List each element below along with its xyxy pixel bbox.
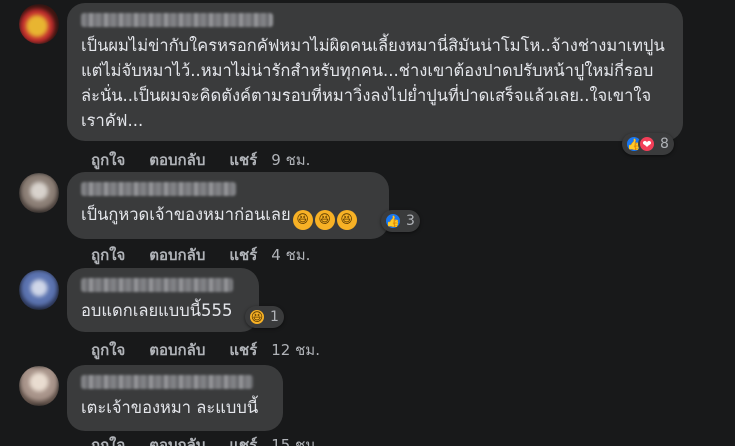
reaction-summary[interactable]: 👍 3 (381, 210, 420, 232)
reaction-count: 3 (406, 213, 415, 229)
laughing-emoji-icon: 😆 (292, 209, 313, 230)
author-name-redacted[interactable] (81, 13, 273, 27)
reaction-count: 1 (270, 309, 279, 325)
comment-actions: ถูกใจ ตอบกลับ แชร์ 12 ชม. (91, 338, 320, 362)
share-button[interactable]: แชร์ (229, 433, 257, 446)
timestamp[interactable]: 12 ชม. (271, 338, 320, 362)
timestamp[interactable]: 4 ชม. (271, 243, 310, 267)
comment-text: เป็นผมไม่ข่ากับใครหรอกคัฟหมาไม่ผิดคนเลี้… (81, 36, 665, 130)
like-button[interactable]: ถูกใจ (91, 148, 125, 172)
share-button[interactable]: แชร์ (229, 338, 257, 362)
reply-button[interactable]: ตอบกลับ (149, 243, 205, 267)
reply-button[interactable]: ตอบกลับ (149, 148, 205, 172)
reply-button[interactable]: ตอบกลับ (149, 433, 205, 446)
reaction-summary[interactable]: 👍 ❤ 8 (622, 133, 674, 155)
comment-text: อบแดกเลยแบบนี้555 (81, 301, 233, 320)
comment-text: เป็นกูหวดเจ้าของหมาก่อนเลย 😆 😆 😆 (81, 202, 377, 230)
like-button[interactable]: ถูกใจ (91, 338, 125, 362)
comment-bubble: เป็นผมไม่ข่ากับใครหรอกคัฟหมาไม่ผิดคนเลี้… (67, 3, 683, 141)
comment-actions: ถูกใจ ตอบกลับ แชร์ 4 ชม. (91, 243, 310, 267)
author-name-redacted[interactable] (81, 278, 233, 292)
comment-text-content: เป็นกูหวดเจ้าของหมาก่อนเลย (81, 205, 291, 224)
love-icon: ❤ (638, 135, 656, 153)
laughing-emoji-icon: 😆 (314, 209, 335, 230)
reaction-count: 8 (660, 136, 669, 152)
reaction-summary[interactable]: 😆 1 (245, 306, 284, 328)
avatar[interactable] (19, 366, 59, 406)
like-button[interactable]: ถูกใจ (91, 433, 125, 446)
haha-icon: 😆 (248, 308, 266, 326)
like-button[interactable]: ถูกใจ (91, 243, 125, 267)
comment-bubble: เป็นกูหวดเจ้าของหมาก่อนเลย 😆 😆 😆 (67, 172, 389, 239)
comment-bubble: อบแดกเลยแบบนี้555 (67, 268, 259, 332)
timestamp[interactable]: 15 ชม. (271, 433, 320, 446)
share-button[interactable]: แชร์ (229, 148, 257, 172)
share-button[interactable]: แชร์ (229, 243, 257, 267)
comment-actions: ถูกใจ ตอบกลับ แชร์ 15 ชม. (91, 433, 320, 446)
like-icon: 👍 (384, 212, 402, 230)
comment-actions: ถูกใจ ตอบกลับ แชร์ 9 ชม. (91, 148, 310, 172)
laughing-emoji-icon: 😆 (336, 209, 357, 230)
author-name-redacted[interactable] (81, 375, 253, 389)
comment-text: เตะเจ้าของหมา ละแบบนี้ (81, 398, 259, 417)
avatar[interactable] (19, 270, 59, 310)
comment-bubble: เตะเจ้าของหมา ละแบบนี้ (67, 365, 283, 431)
timestamp[interactable]: 9 ชม. (271, 148, 310, 172)
avatar[interactable] (19, 4, 59, 44)
avatar[interactable] (19, 173, 59, 213)
author-name-redacted[interactable] (81, 182, 236, 196)
reply-button[interactable]: ตอบกลับ (149, 338, 205, 362)
